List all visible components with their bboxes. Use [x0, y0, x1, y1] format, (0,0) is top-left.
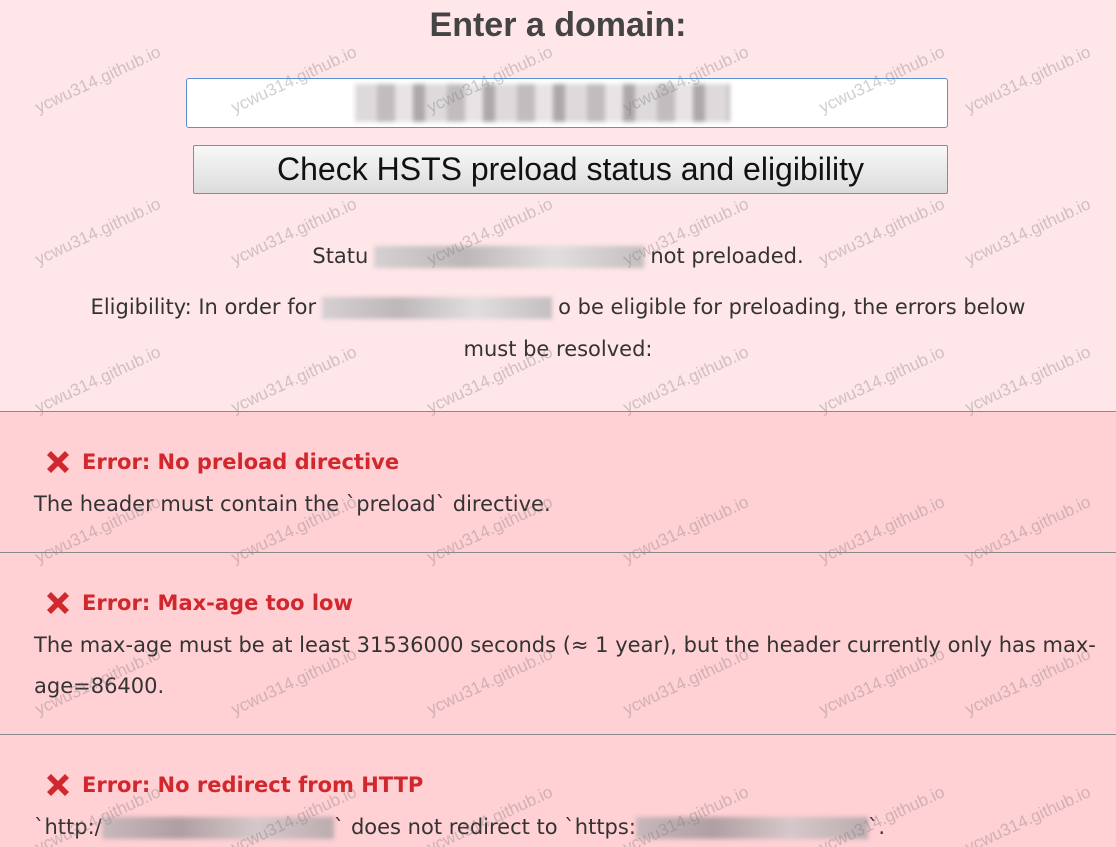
- error-x-icon: [47, 774, 69, 796]
- page-title: Enter a domain:: [429, 6, 687, 44]
- check-hsts-button[interactable]: Check HSTS preload status and eligibilit…: [193, 145, 948, 194]
- error-description: `http:/ ` does not redirect to `https: `.: [34, 807, 1096, 847]
- error-title-text: Error: No preload directive: [82, 450, 400, 474]
- redacted-eligibility-domain: [322, 297, 553, 319]
- redacted-http-url: [101, 817, 334, 839]
- error-item: Error: No preload directive The header m…: [0, 411, 1116, 552]
- error-item: Error: Max-age too low The max-age must …: [0, 552, 1116, 734]
- error-desc-suffix: `.: [867, 815, 886, 839]
- eligibility-text: Eligibility: In order for o be eligible f…: [40, 286, 1076, 370]
- error-title-text: Error: No redirect from HTTP: [82, 773, 424, 797]
- error-title-text: Error: Max-age too low: [82, 591, 353, 615]
- error-title: Error: No redirect from HTTP: [42, 769, 1096, 801]
- error-x-icon: [47, 451, 69, 473]
- error-desc-mid: ` does not redirect to `https:: [333, 815, 636, 839]
- domain-form-area: Enter a domain: Check HSTS preload statu…: [0, 0, 1116, 412]
- error-x-icon: [47, 592, 69, 614]
- error-description: The header must contain the `preload` di…: [34, 492, 551, 516]
- error-title: Error: Max-age too low: [42, 587, 1096, 619]
- error-description: The max-age must be at least 31536000 se…: [34, 633, 1096, 698]
- error-list: Error: No preload directive The header m…: [0, 411, 1116, 847]
- error-desc-prefix: `http:/: [34, 815, 102, 839]
- status-text: Statu not preloaded.: [0, 244, 1116, 268]
- redacted-status-domain: [374, 246, 645, 268]
- redacted-domain-value: [355, 84, 730, 122]
- error-item: Error: No redirect from HTTP `http:/ ` do…: [0, 734, 1116, 847]
- status-prefix: Statu: [312, 244, 369, 268]
- hsts-preload-page: Enter a domain: Check HSTS preload statu…: [0, 0, 1116, 847]
- eligibility-suffix: o be eligible for preloading, the errors…: [558, 295, 1026, 319]
- error-title: Error: No preload directive: [42, 446, 1096, 478]
- eligibility-prefix: Eligibility: In order for: [90, 295, 317, 319]
- eligibility-line2: must be resolved:: [463, 337, 653, 361]
- redacted-https-url: [635, 817, 868, 839]
- status-suffix: not preloaded.: [650, 244, 804, 268]
